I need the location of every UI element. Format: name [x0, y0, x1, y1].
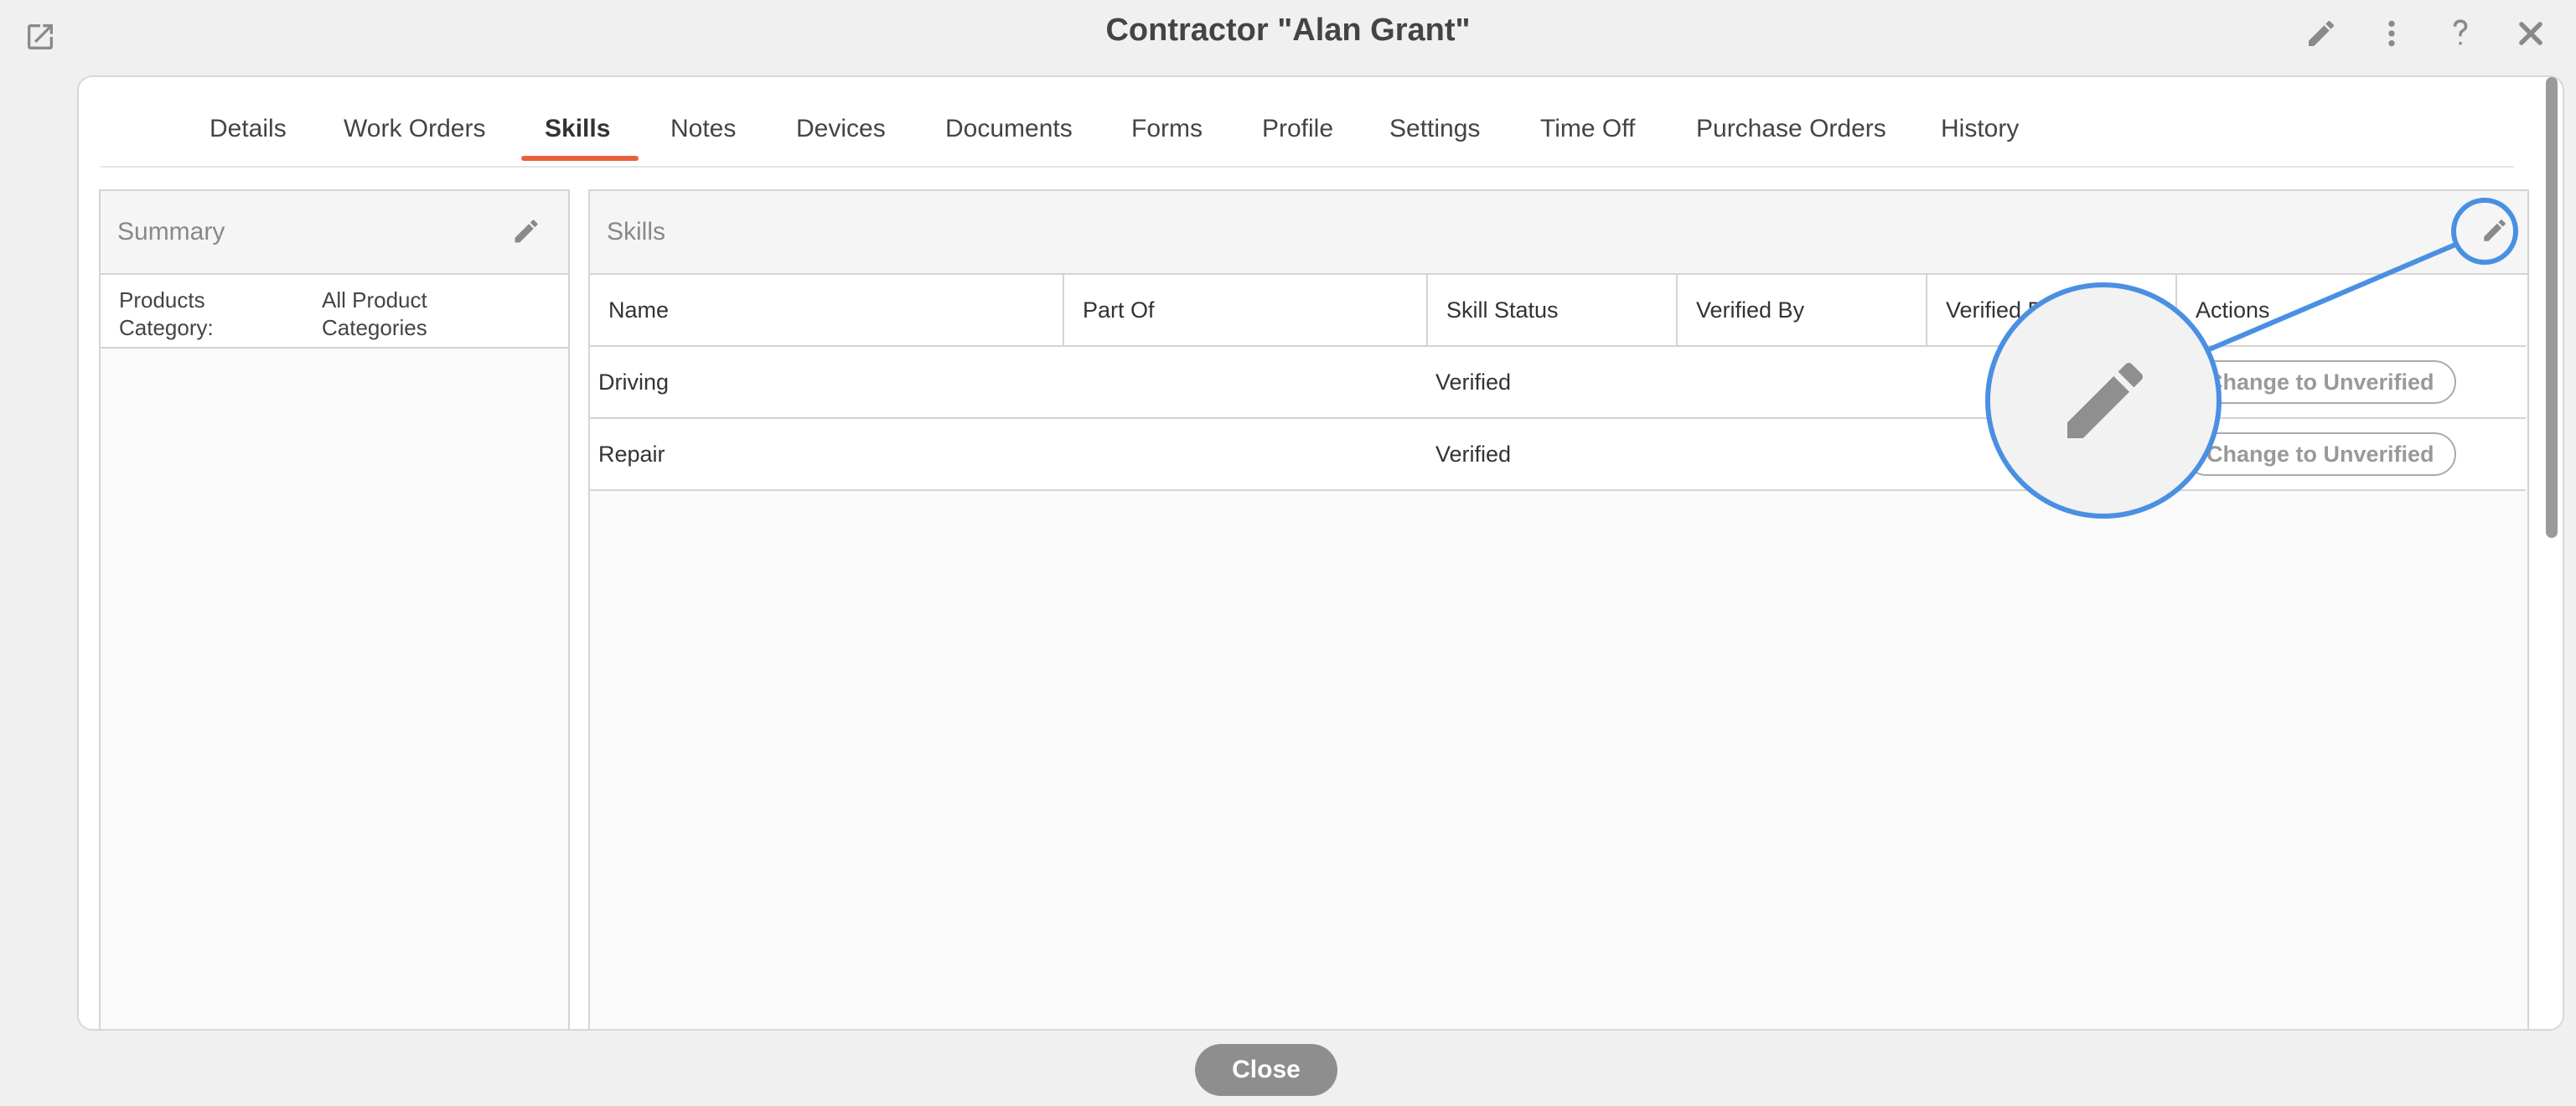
close-button[interactable]: Close [1195, 1044, 1337, 1096]
callout-target-ring [2451, 198, 2518, 265]
callout-connector [2206, 242, 2457, 353]
highlight-callout [1985, 198, 2518, 519]
scrollbar[interactable] [2546, 77, 2558, 538]
